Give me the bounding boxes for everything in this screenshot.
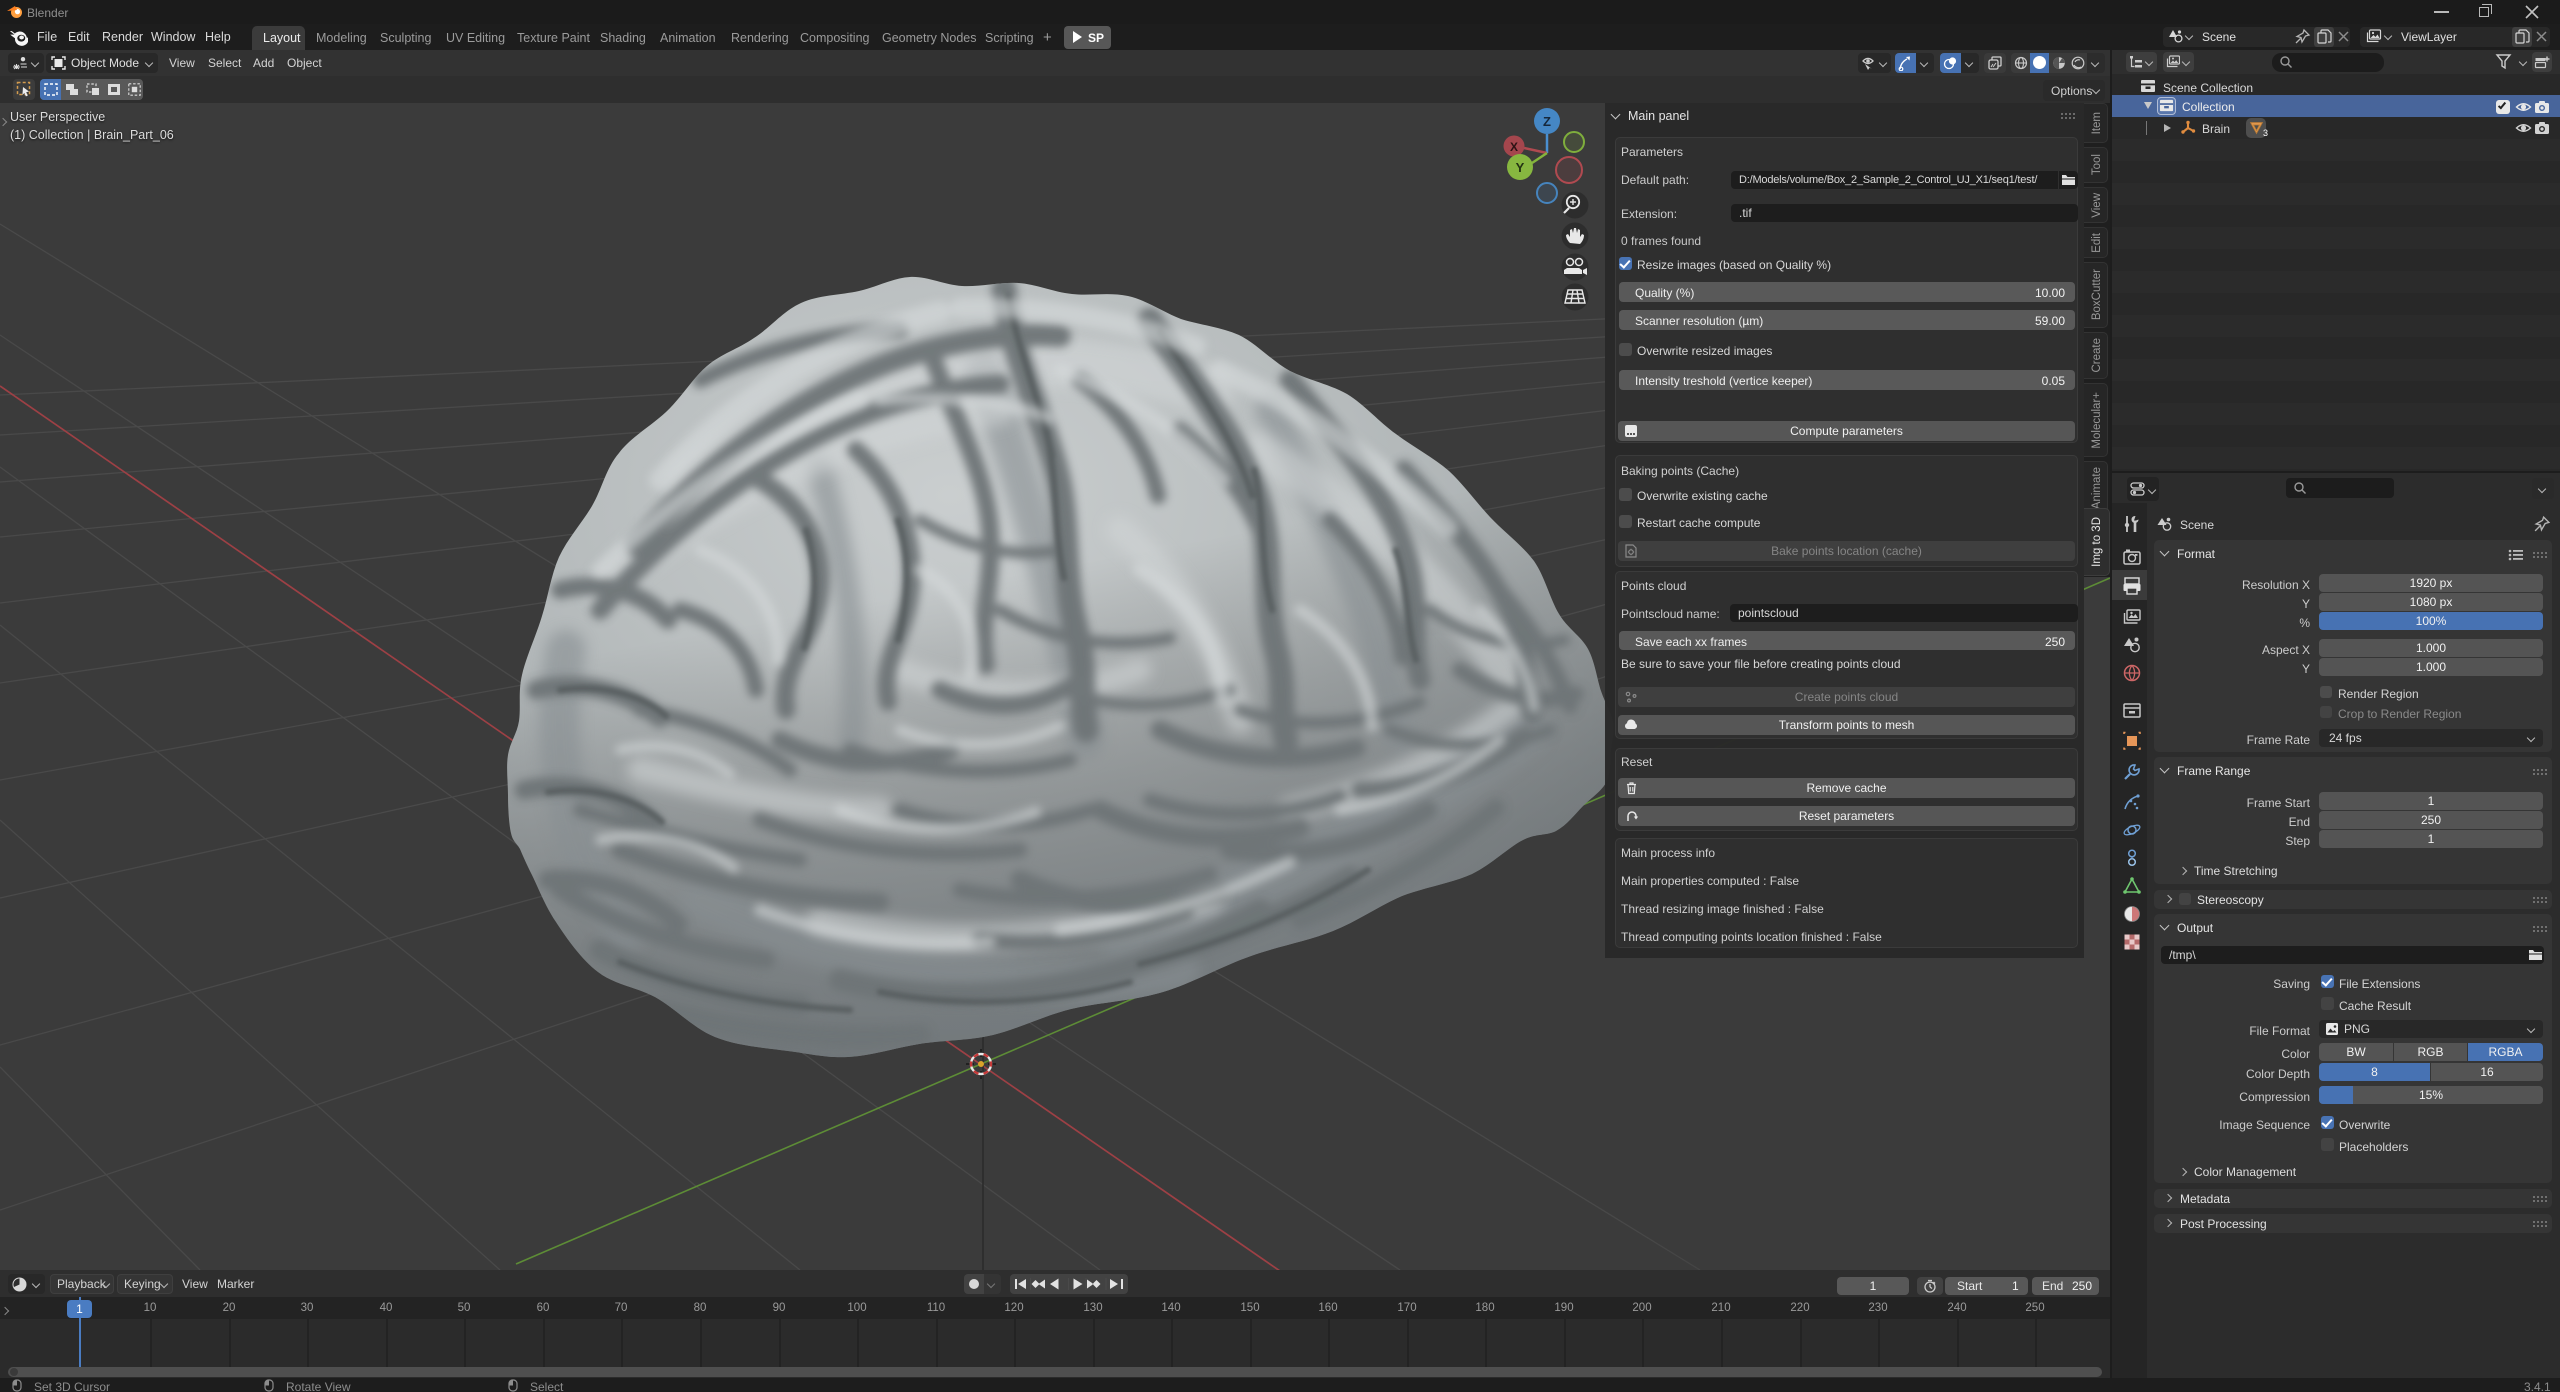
svg-text:X: X bbox=[1510, 140, 1518, 154]
svg-text:Z: Z bbox=[1543, 114, 1551, 129]
svg-text:Y: Y bbox=[1516, 160, 1525, 175]
